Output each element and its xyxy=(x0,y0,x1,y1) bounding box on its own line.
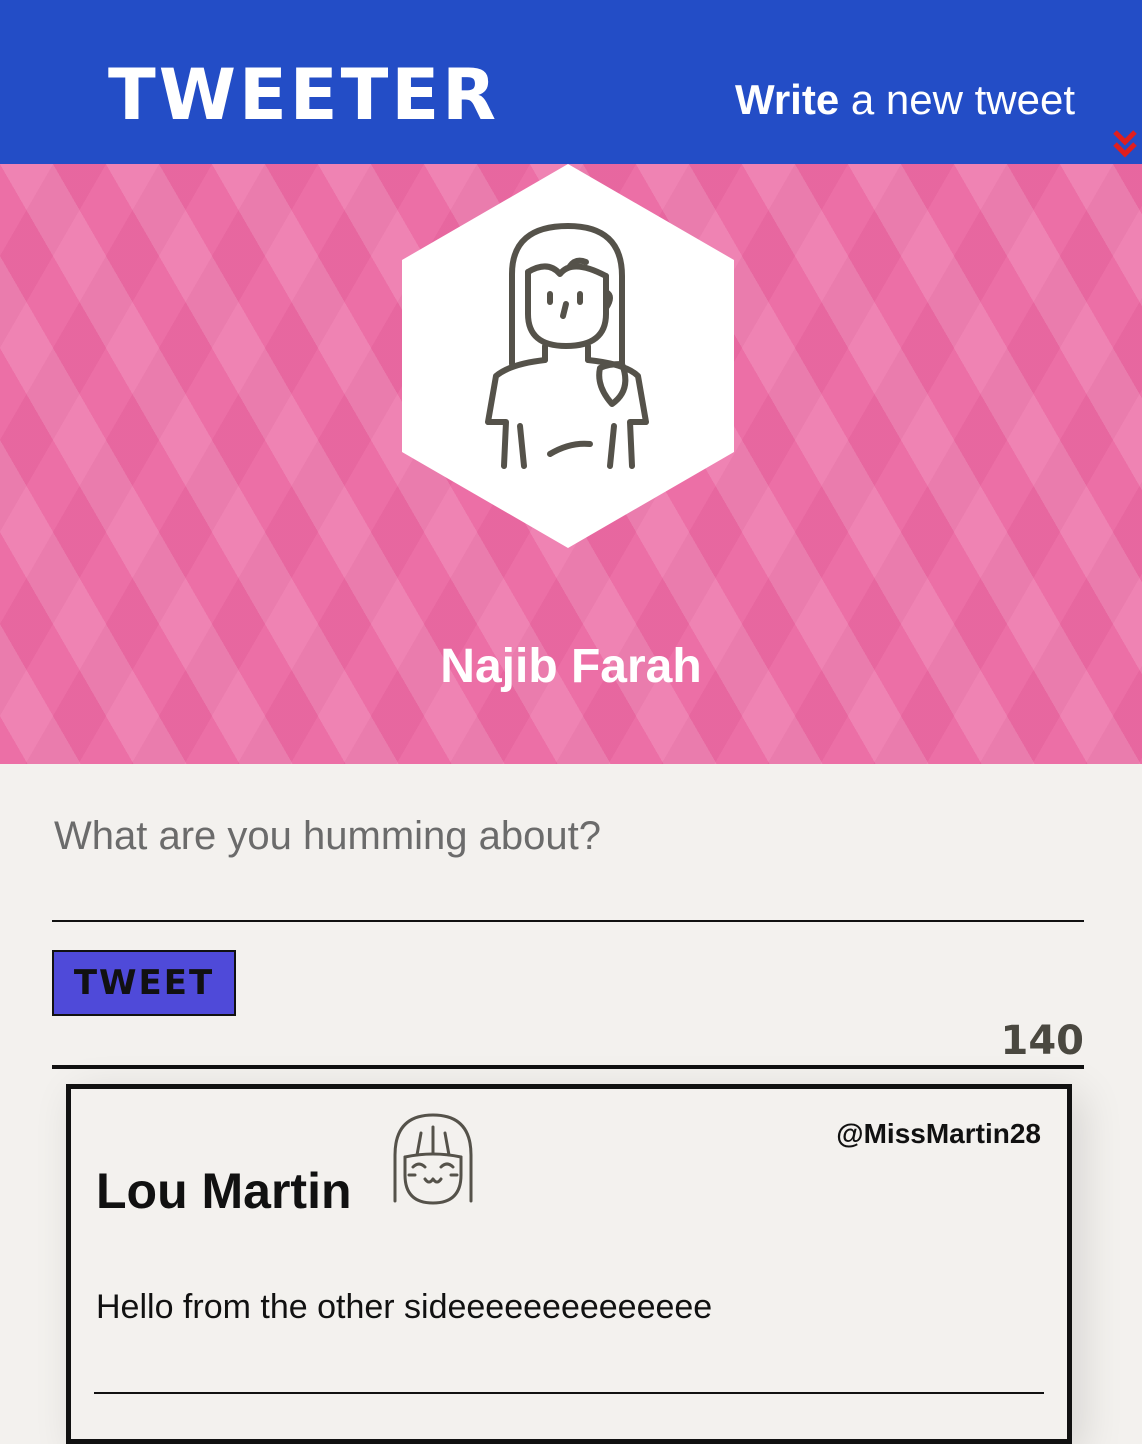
divider xyxy=(94,1392,1044,1394)
profile-name: Najib Farah xyxy=(440,640,702,693)
compose-toggle-rest: a new tweet xyxy=(839,76,1075,123)
profile-banner: Najib Farah xyxy=(0,164,1142,764)
tweet-input[interactable] xyxy=(52,800,1084,922)
character-counter: 140 xyxy=(1000,1018,1085,1064)
top-nav: TWEETER Write a new tweet xyxy=(0,0,1142,164)
app-logo[interactable]: TWEETER xyxy=(108,56,499,134)
tweet-handle[interactable]: @MissMartin28 xyxy=(836,1117,1041,1151)
tweet-text: Hello from the other sideeeeeeeeeeeeee xyxy=(96,1288,713,1326)
tweet-button[interactable]: TWEET xyxy=(52,950,236,1016)
divider xyxy=(52,1065,1084,1069)
woman-avatar-icon xyxy=(402,164,734,548)
double-chevron-down-icon[interactable] xyxy=(1112,126,1138,162)
tweet-author-name: Lou Martin xyxy=(96,1163,352,1219)
smiling-girl-avatar-icon xyxy=(393,1113,473,1205)
write-new-tweet-toggle[interactable]: Write a new tweet xyxy=(735,74,1075,126)
tweet-card: Lou Martin @MissMartin28 Hello from the … xyxy=(66,1084,1072,1444)
compose-toggle-bold: Write xyxy=(734,76,840,123)
